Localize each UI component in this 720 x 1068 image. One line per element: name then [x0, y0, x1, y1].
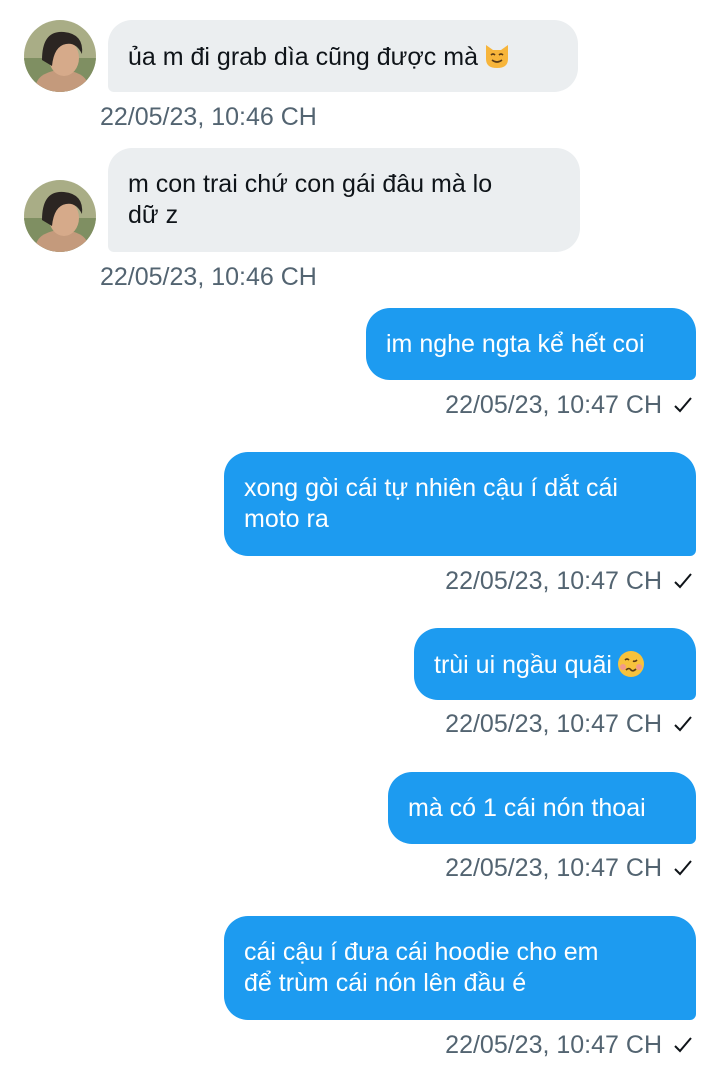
message-bubble-outgoing[interactable]: xong gòi cái tự nhiên cậu í dắt cái moto… — [224, 452, 696, 556]
message-timestamp: 22/05/23, 10:47 CH — [445, 1030, 694, 1063]
checkmark-icon — [672, 856, 694, 886]
message-text-line: xong gòi cái tự nhiên cậu í dắt cái — [244, 474, 618, 502]
message-text-line: để trùm cái nón lên đầu é — [244, 969, 527, 997]
checkmark-icon — [672, 393, 694, 423]
message-text-line: cái cậu í đưa cái hoodie cho em — [244, 938, 599, 966]
message-timestamp: 22/05/23, 10:47 CH — [445, 853, 694, 886]
sender-avatar[interactable] — [24, 180, 96, 252]
checkmark-icon — [672, 1033, 694, 1063]
message-text-line: dữ z — [128, 201, 179, 229]
message-timestamp: 22/05/23, 10:47 CH — [445, 709, 694, 742]
message-text-line: moto ra — [244, 505, 329, 533]
message-text-line: m con trai chứ con gái đâu mà lo — [128, 170, 493, 198]
checkmark-icon — [672, 569, 694, 599]
message-timestamp: 22/05/23, 10:46 CH — [100, 103, 317, 131]
message-bubble-outgoing[interactable]: mà có 1 cái nón thoai — [388, 772, 696, 844]
message-text: mà có 1 cái nón thoai — [408, 794, 646, 822]
checkmark-icon — [672, 712, 694, 742]
message-bubble-outgoing[interactable]: im nghe ngta kể hết coi — [366, 308, 696, 380]
message-bubble-outgoing[interactable]: trùi ui ngầu quãi — [414, 628, 696, 700]
message-timestamp: 22/05/23, 10:46 CH — [100, 263, 317, 291]
message-bubble-incoming[interactable]: ủa m đi grab dìa cũng được mà — [108, 20, 578, 92]
message-bubble-outgoing[interactable]: cái cậu í đưa cái hoodie cho em để trùm … — [224, 916, 696, 1020]
message-bubble-incoming[interactable]: m con trai chứ con gái đâu mà lo dữ z — [108, 148, 580, 252]
woozy-face-emoji-icon — [616, 649, 646, 687]
message-timestamp: 22/05/23, 10:47 CH — [445, 390, 694, 423]
message-text: ủa m đi grab dìa cũng được mà — [128, 41, 558, 79]
sender-avatar[interactable] — [24, 20, 96, 92]
message-text: trùi ui ngầu quãi — [434, 649, 676, 687]
message-text: im nghe ngta kể hết coi — [386, 330, 645, 358]
message-timestamp: 22/05/23, 10:47 CH — [445, 566, 694, 599]
cat-face-emoji-icon — [482, 41, 512, 79]
